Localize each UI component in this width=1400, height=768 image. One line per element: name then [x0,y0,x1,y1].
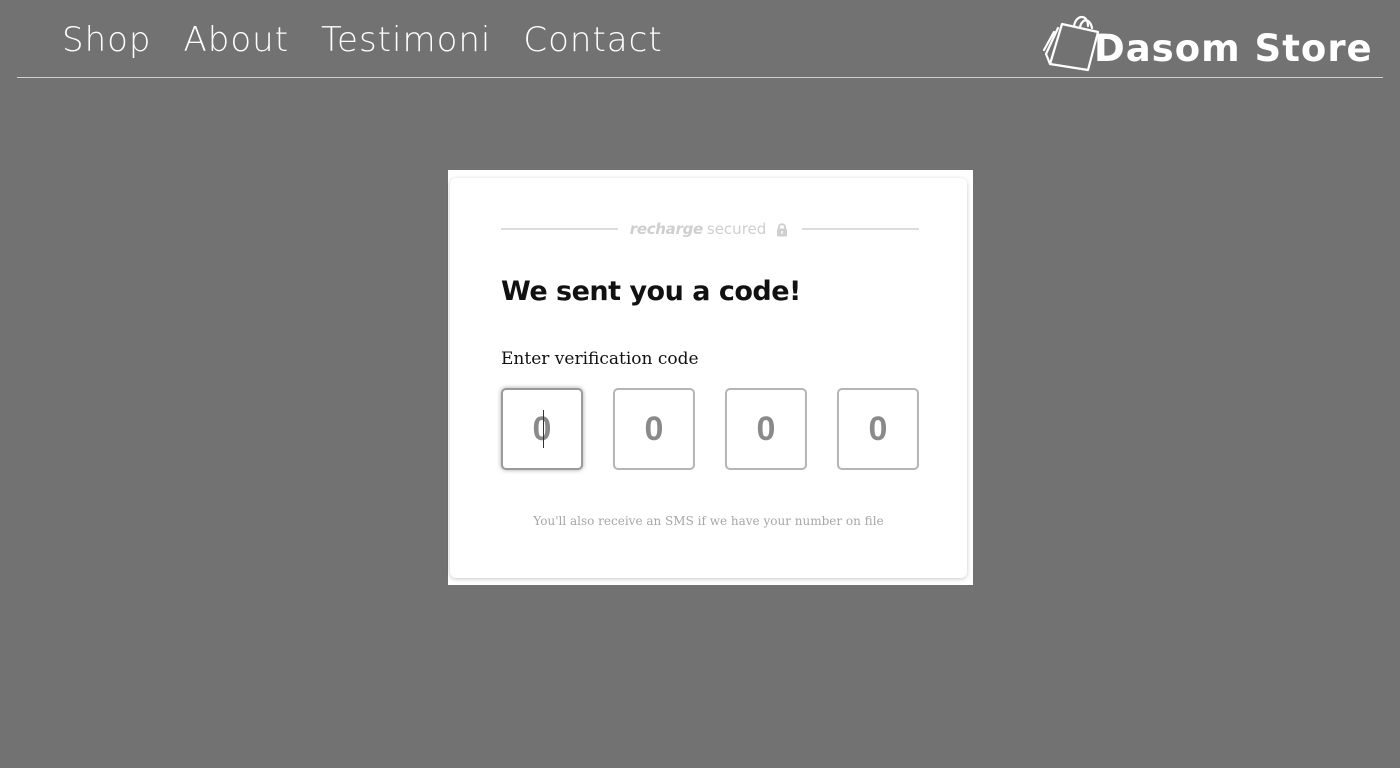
nav-about[interactable]: About [184,18,290,62]
secured-line-right [802,228,919,230]
secured-label: secured [706,220,767,238]
code-digit-2-placeholder: 0 [644,409,664,448]
text-caret [543,410,544,448]
code-inputs: 0 0 0 0 [501,388,919,470]
lock-icon [777,222,788,236]
sms-note: You'll also receive an SMS if we have yo… [533,514,884,528]
code-digit-3[interactable]: 0 [725,388,807,470]
nav-shop[interactable]: Shop [62,18,152,62]
header-divider [17,77,1383,78]
nav-testimoni[interactable]: Testimoni [321,18,491,62]
code-digit-4[interactable]: 0 [837,388,919,470]
modal-title: We sent you a code! [501,276,801,307]
brand-logo[interactable]: Dasom Store [1040,8,1373,74]
secured-line-left [501,228,618,230]
code-digit-2[interactable]: 0 [613,388,695,470]
top-navigation: Shop About Testimoni Contact Dasom Store [0,0,1400,80]
code-digit-1-placeholder: 0 [532,409,552,448]
code-digit-4-placeholder: 0 [868,409,888,448]
secured-banner: recharge secured [501,218,919,240]
verification-card: recharge secured We sent you a code! Ent… [450,178,967,578]
verification-modal: recharge secured We sent you a code! Ent… [448,170,973,585]
code-digit-1[interactable]: 0 [501,388,583,470]
recharge-logo: recharge [629,220,703,238]
code-digit-3-placeholder: 0 [756,409,776,448]
nav-contact[interactable]: Contact [523,18,662,62]
code-label: Enter verification code [501,349,699,369]
brand-name: Dasom Store [1094,26,1373,70]
main-nav: Shop About Testimoni Contact [62,18,695,62]
